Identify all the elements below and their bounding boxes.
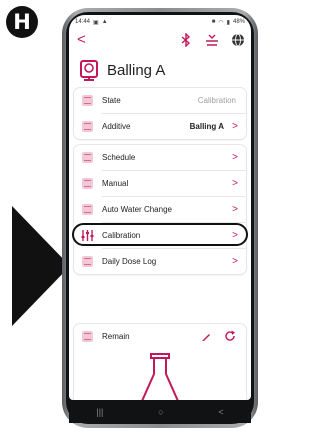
menu-item-label: Auto Water Change — [102, 205, 172, 214]
row-icon — [82, 121, 93, 132]
calibration-icon — [81, 230, 94, 241]
menu-item-schedule[interactable]: Schedule > — [74, 145, 246, 170]
info-row-additive[interactable]: Additive Balling A > — [74, 114, 246, 139]
remain-row: Remain — [74, 324, 246, 349]
menu-item-label: Calibration — [102, 231, 141, 240]
menu-item-calibration[interactable]: Calibration > — [72, 223, 248, 248]
signal-icon: ▮ — [226, 19, 230, 26]
calibration-highlight — [72, 223, 248, 246]
notification-icon: ▣ — [93, 19, 99, 26]
additive-label: Additive — [102, 122, 131, 131]
menu-item-manual[interactable]: Manual > — [74, 171, 246, 196]
remain-card: Remain — [74, 324, 246, 400]
remain-label: Remain — [102, 332, 130, 341]
home-button[interactable]: ○ — [158, 407, 163, 417]
wifi-icon: ◠ — [218, 19, 224, 26]
chevron-right-icon: > — [232, 256, 238, 267]
chevron-right-icon: > — [232, 178, 238, 189]
bluetooth-icon[interactable] — [179, 33, 193, 47]
dosing-head-icon — [80, 60, 98, 81]
status-time: 14:44 — [75, 19, 91, 25]
warning-icon: ▲ — [101, 19, 108, 25]
phone-screen: 14:44 ▣ ▲ ■ ◠ ▮ 48% < Balling A State Ca… — [69, 15, 251, 400]
info-card: State Calibration Additive Balling A > — [74, 88, 246, 139]
back-chevron-icon[interactable]: < — [77, 30, 86, 50]
menu-card: Schedule > Manual > Auto Water Change > — [72, 145, 248, 274]
page-title: Balling A — [107, 61, 166, 79]
system-nav-bar: ||| ○ < — [69, 401, 251, 423]
battery-level: 48% — [232, 19, 245, 25]
row-icon — [82, 256, 93, 267]
step-badge: H — [6, 6, 38, 38]
menu-item-label: Daily Dose Log — [102, 257, 157, 266]
row-icon — [82, 178, 93, 189]
top-app-bar: < — [69, 30, 251, 50]
menu-item-label: Schedule — [102, 153, 136, 162]
feed-icon[interactable] — [205, 33, 219, 47]
mute-icon: ■ — [211, 19, 216, 25]
row-icon — [82, 152, 93, 163]
row-icon — [82, 204, 93, 215]
edit-pencil-icon[interactable] — [201, 331, 212, 342]
menu-item-auto-water-change[interactable]: Auto Water Change > — [74, 197, 246, 222]
status-bar: 14:44 ▣ ▲ ■ ◠ ▮ 48% — [69, 15, 251, 29]
phone-bezel: 14:44 ▣ ▲ ■ ◠ ▮ 48% < Balling A State Ca… — [66, 12, 254, 424]
back-button[interactable]: < — [218, 407, 223, 417]
row-icon — [82, 95, 93, 106]
chevron-right-icon: > — [232, 230, 238, 241]
globe-icon[interactable] — [231, 33, 245, 47]
chevron-right-icon: > — [232, 152, 238, 163]
recents-button[interactable]: ||| — [96, 407, 103, 417]
flask-icon — [141, 353, 179, 400]
state-label: State — [102, 96, 121, 105]
phone-frame: 14:44 ▣ ▲ ■ ◠ ▮ 48% < Balling A State Ca… — [62, 8, 258, 428]
info-row-state: State Calibration — [74, 88, 246, 113]
chevron-right-icon: > — [232, 204, 238, 215]
state-value: Calibration — [197, 96, 236, 105]
additive-value: Balling A — [189, 122, 224, 131]
menu-item-label: Manual — [102, 179, 129, 188]
refresh-icon[interactable] — [224, 330, 236, 342]
row-icon — [82, 331, 93, 342]
chevron-right-icon: > — [232, 121, 238, 132]
device-header: Balling A — [79, 59, 165, 81]
menu-item-daily-dose-log[interactable]: Daily Dose Log > — [74, 249, 246, 274]
